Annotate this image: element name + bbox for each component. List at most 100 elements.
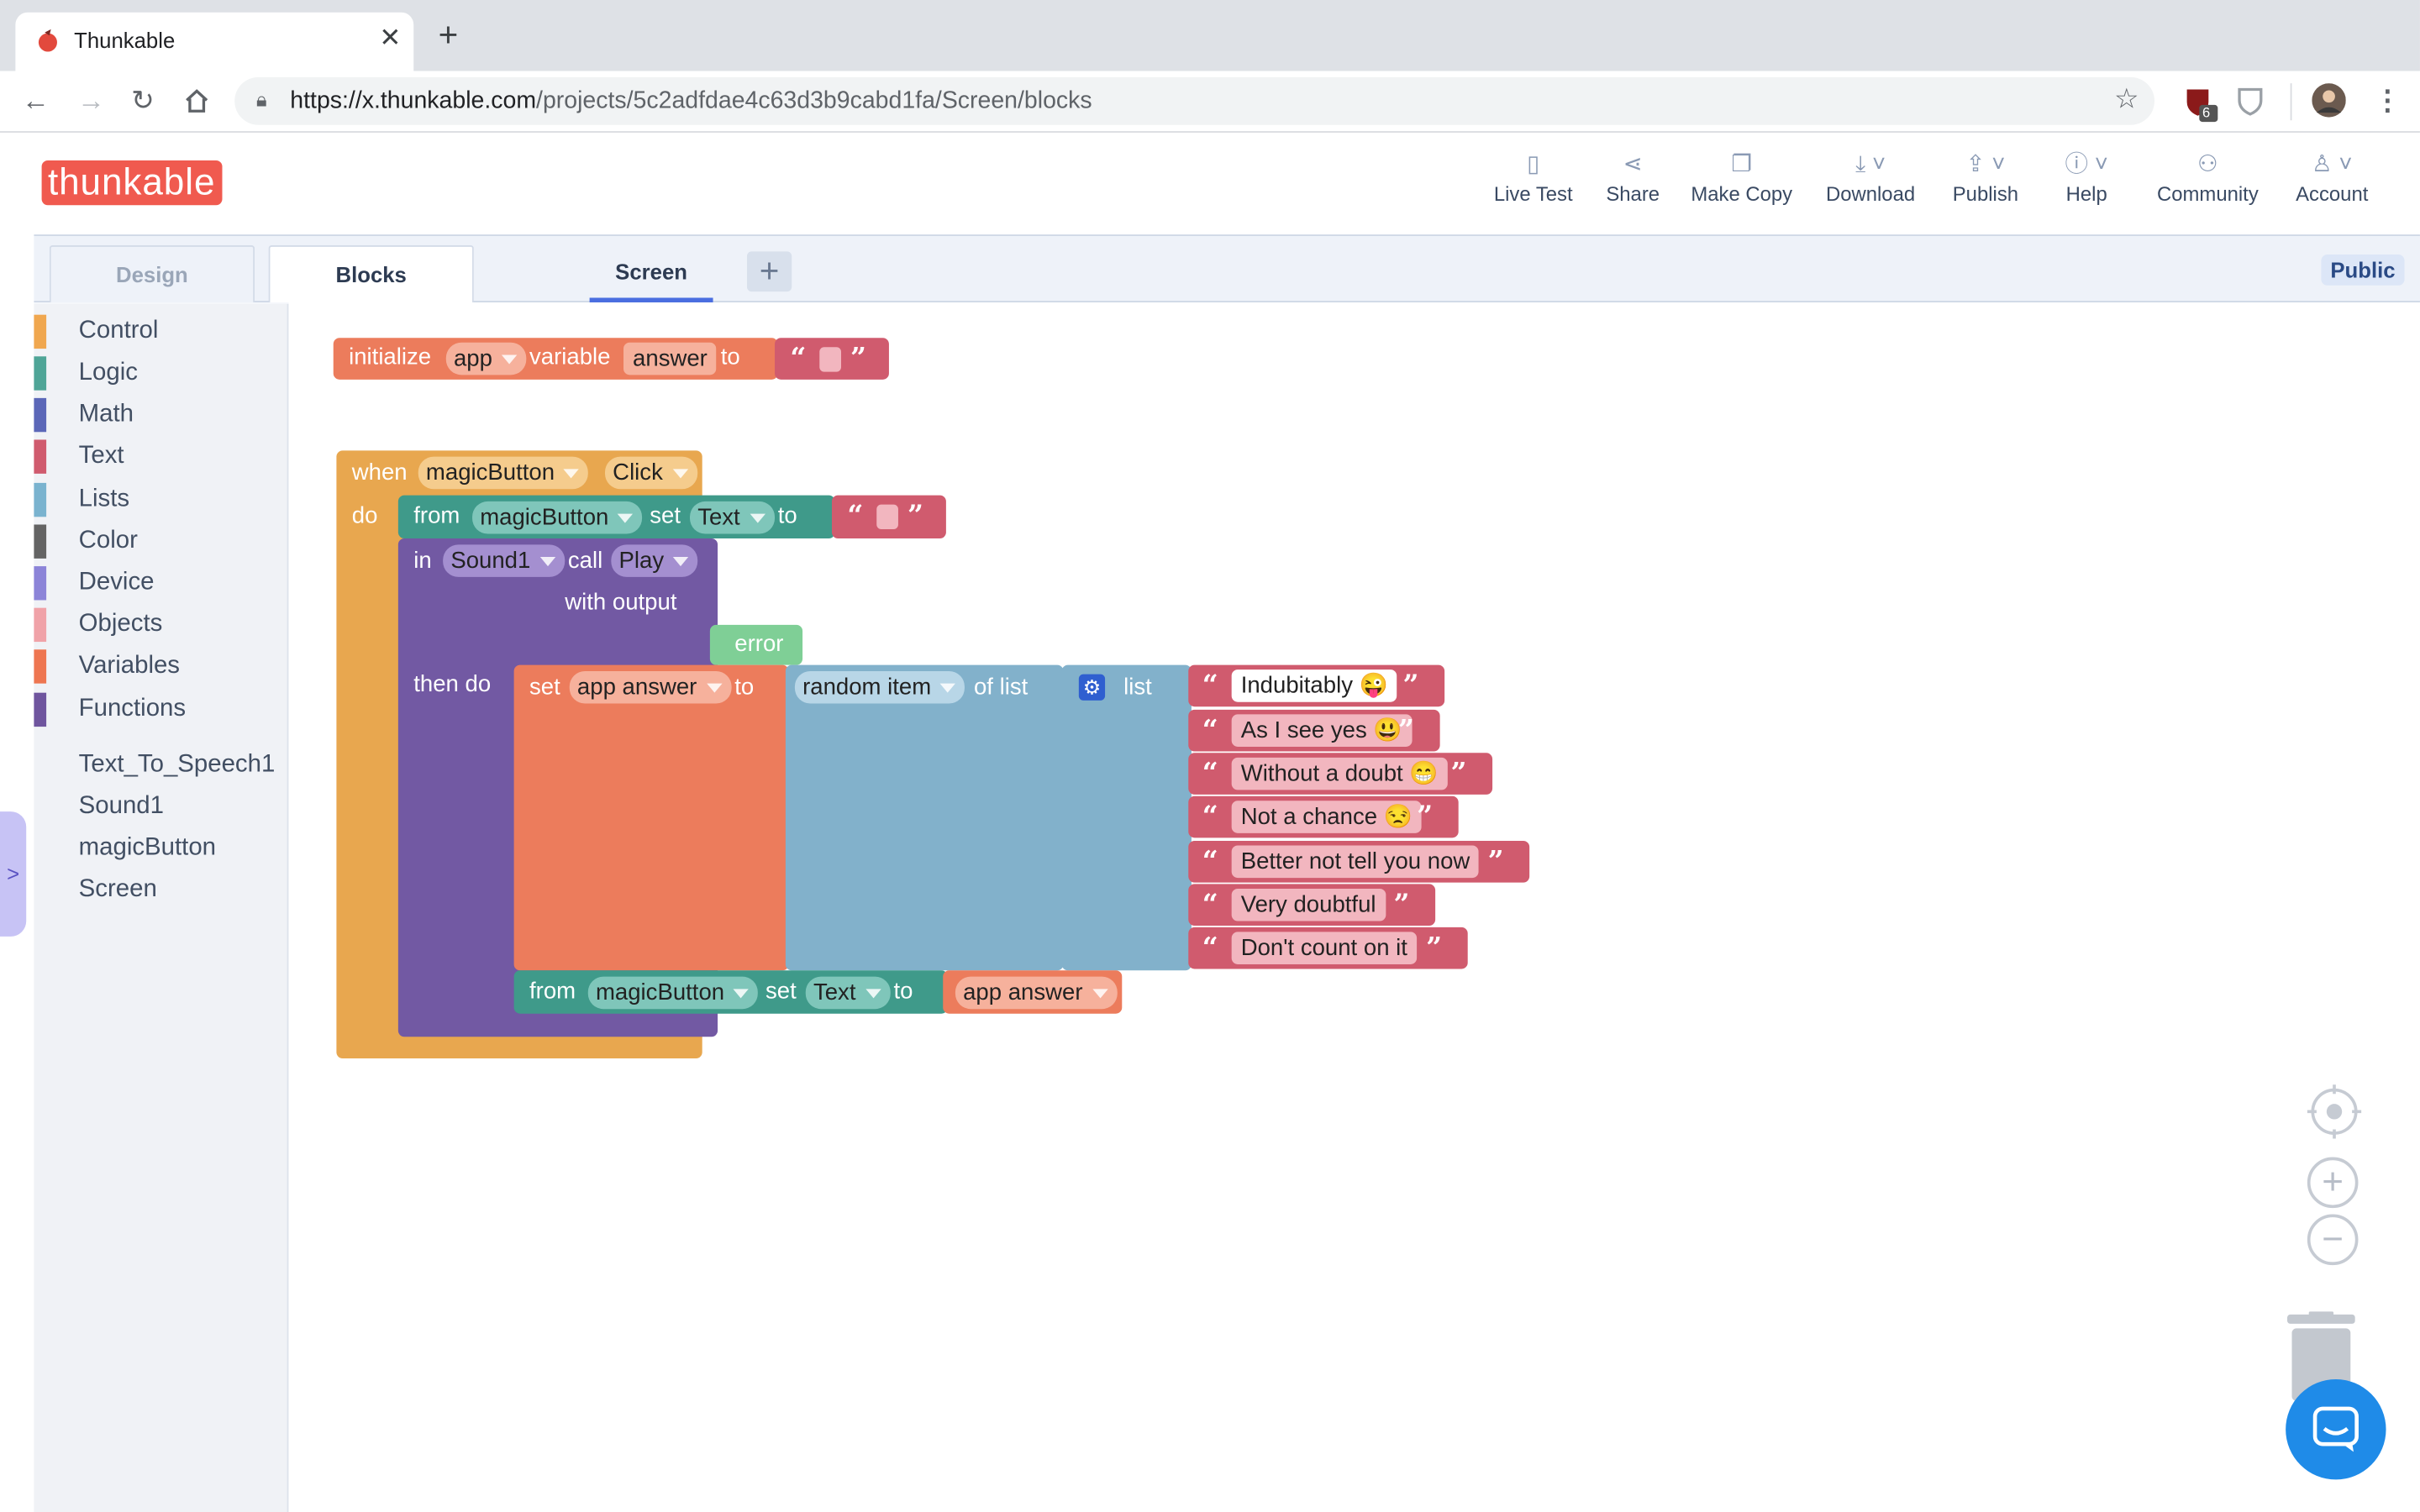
close-tab-icon[interactable]: ✕ (379, 24, 401, 55)
set1-component-dropdown[interactable]: magicButton (472, 501, 643, 534)
open-quote-icon: “ (1202, 757, 1218, 790)
add-screen-button[interactable]: + (746, 251, 792, 292)
shield-extension-icon[interactable] (2182, 87, 2219, 123)
answer-text-field[interactable]: Don't count on it (1231, 932, 1417, 964)
category-swatch (34, 397, 47, 433)
tab-screen[interactable]: Screen (589, 249, 713, 302)
answer-text-field[interactable]: Not a chance 😒 (1231, 801, 1423, 833)
palette-component-screen[interactable]: Screen (79, 876, 157, 904)
profile-avatar[interactable] (2312, 83, 2346, 118)
palette-category-objects[interactable]: Objects (34, 607, 288, 643)
set-variable-block[interactable]: set app answer to (513, 664, 789, 971)
open-quote-icon: “ (1202, 714, 1218, 747)
palette-component-magicbutton[interactable]: magicButton (79, 835, 216, 863)
event-type-dropdown[interactable]: Click (604, 456, 697, 490)
random-item-block[interactable]: random item of list (785, 664, 1064, 971)
initialize-variable-block[interactable]: initialize app variable answer to (333, 338, 778, 380)
list-mutator-gear-icon[interactable]: ⚙ (1078, 674, 1106, 701)
palette-category-text[interactable]: Text (34, 439, 288, 474)
sound-component-dropdown[interactable]: Sound1 (443, 544, 565, 577)
category-swatch (34, 439, 47, 474)
set2-component-dropdown[interactable]: magicButton (587, 976, 759, 1010)
privacy-extension-icon[interactable] (2236, 87, 2264, 118)
answer-text-block[interactable]: “ Without a doubt 😁 ” (1188, 753, 1493, 795)
bookmark-star-icon[interactable]: ☆ (2114, 83, 2139, 116)
browser-tab[interactable]: Thunkable ✕ (15, 12, 414, 71)
expand-panel-button[interactable]: > (0, 811, 27, 937)
download-icon: ⤓ ˅ (1855, 150, 1886, 178)
recenter-icon[interactable] (2306, 1083, 2363, 1140)
share-button[interactable]: ⋖ Share (1599, 148, 1667, 205)
chat-support-button[interactable] (2286, 1379, 2386, 1480)
set1-property-dropdown[interactable]: Text (690, 501, 775, 534)
palette-category-device[interactable]: Device (34, 566, 288, 601)
open-quote-icon: “ (1202, 932, 1218, 964)
answer-text-block[interactable]: “ Very doubtful ” (1188, 884, 1436, 927)
empty-text-field[interactable] (819, 347, 842, 372)
answer-text-block[interactable]: “ As I see yes 😃 ” (1188, 709, 1440, 752)
share-icon: ⋖ (1623, 150, 1643, 178)
set-text-block[interactable]: from magicButton set Text to (397, 495, 835, 539)
thunkable-favicon-icon (38, 29, 57, 52)
home-icon[interactable] (184, 88, 210, 114)
extension-badge: 6 (2202, 104, 2211, 121)
palette-category-variables[interactable]: Variables (34, 649, 288, 684)
palette-category-functions[interactable]: Functions (34, 692, 288, 727)
browser-toolbar: ← → ↻ 🔒︎ https://x.thunkable.com/project… (0, 71, 2420, 133)
browser-tab-strip: Thunkable ✕ + (0, 0, 2420, 71)
answer-text-block[interactable]: “ Indubitably 😜 ” (1188, 664, 1445, 707)
answer-text-block[interactable]: “ Better not tell you now ” (1188, 841, 1530, 883)
palette-category-logic[interactable]: Logic (34, 356, 288, 391)
answer-text-field[interactable]: Without a doubt 😁 (1231, 757, 1448, 790)
reload-icon[interactable]: ↻ (131, 85, 155, 118)
make-list-block[interactable]: ⚙ list (1061, 664, 1192, 971)
variable-dropdown[interactable]: app answer (569, 670, 731, 704)
answer-text-field[interactable]: Indubitably 😜 (1231, 669, 1397, 702)
publish-button[interactable]: ⇪ ˅ Publish (1948, 148, 2023, 205)
tab-design[interactable]: Design (49, 245, 255, 302)
answer-text-block[interactable]: “ Don't count on it ” (1188, 927, 1468, 969)
get-variable-block[interactable]: app answer (943, 970, 1123, 1014)
answer-text-field[interactable]: Better not tell you now (1231, 845, 1480, 879)
zoom-out-icon[interactable]: − (2307, 1214, 2359, 1266)
community-button[interactable]: ⚇ Community (2151, 148, 2264, 205)
palette-category-lists[interactable]: Lists (34, 482, 288, 517)
forward-icon[interactable]: → (77, 85, 105, 118)
close-quote-icon: ” (1487, 845, 1504, 879)
zoom-in-icon[interactable]: + (2307, 1157, 2359, 1209)
answer-text-field[interactable]: As I see yes 😃 (1231, 714, 1412, 747)
event-component-dropdown[interactable]: magicButton (418, 456, 589, 490)
palette-component-text-to-speech1[interactable]: Text_To_Speech1 (79, 751, 276, 779)
palette-category-control[interactable]: Control (34, 314, 288, 349)
palette-component-sound1[interactable]: Sound1 (79, 793, 164, 821)
download-button[interactable]: ⤓ ˅ Download (1821, 148, 1920, 205)
get-variable-dropdown[interactable]: app answer (955, 976, 1117, 1010)
empty-text-block[interactable]: “ ” (831, 495, 946, 539)
empty-text-field[interactable] (876, 504, 898, 529)
error-output-block[interactable]: error (709, 624, 803, 665)
help-button[interactable]: ⓘ ˅ Help (2059, 148, 2114, 205)
set2-property-dropdown[interactable]: Text (805, 976, 890, 1010)
sound-method-dropdown[interactable]: Play (611, 544, 698, 577)
new-tab-icon[interactable]: + (439, 18, 459, 52)
chrome-menu-icon[interactable]: ⋮ (2374, 85, 2402, 118)
make-copy-button[interactable]: ❐ Make Copy (1690, 148, 1793, 205)
publish-icon: ⇪ ˅ (1965, 150, 2006, 178)
back-icon[interactable]: ← (22, 85, 50, 118)
answer-text-block[interactable]: “ Not a chance 😒 ” (1188, 795, 1459, 838)
tab-blocks[interactable]: Blocks (268, 245, 474, 302)
address-bar[interactable]: 🔒︎ https://x.thunkable.com/projects/5c2a… (234, 76, 2155, 125)
variable-name-field[interactable]: answer (623, 342, 717, 375)
palette-category-color[interactable]: Color (34, 524, 288, 559)
palette-category-math[interactable]: Math (34, 397, 288, 433)
live-test-button[interactable]: ▯ Live Test (1491, 148, 1576, 205)
list-operation-dropdown[interactable]: random item (794, 670, 965, 704)
open-quote-icon: “ (1202, 669, 1218, 702)
visibility-badge[interactable]: Public (2321, 255, 2405, 286)
answer-text-field[interactable]: Very doubtful (1231, 888, 1386, 921)
thunkable-logo[interactable]: thunkable (41, 160, 222, 206)
account-button[interactable]: ♙ ˅ Account (2291, 148, 2372, 205)
set-text-answer-block[interactable]: from magicButton set Text to (513, 970, 948, 1014)
empty-text-block[interactable]: “ ” (775, 338, 889, 380)
scope-dropdown[interactable]: app (445, 342, 527, 375)
